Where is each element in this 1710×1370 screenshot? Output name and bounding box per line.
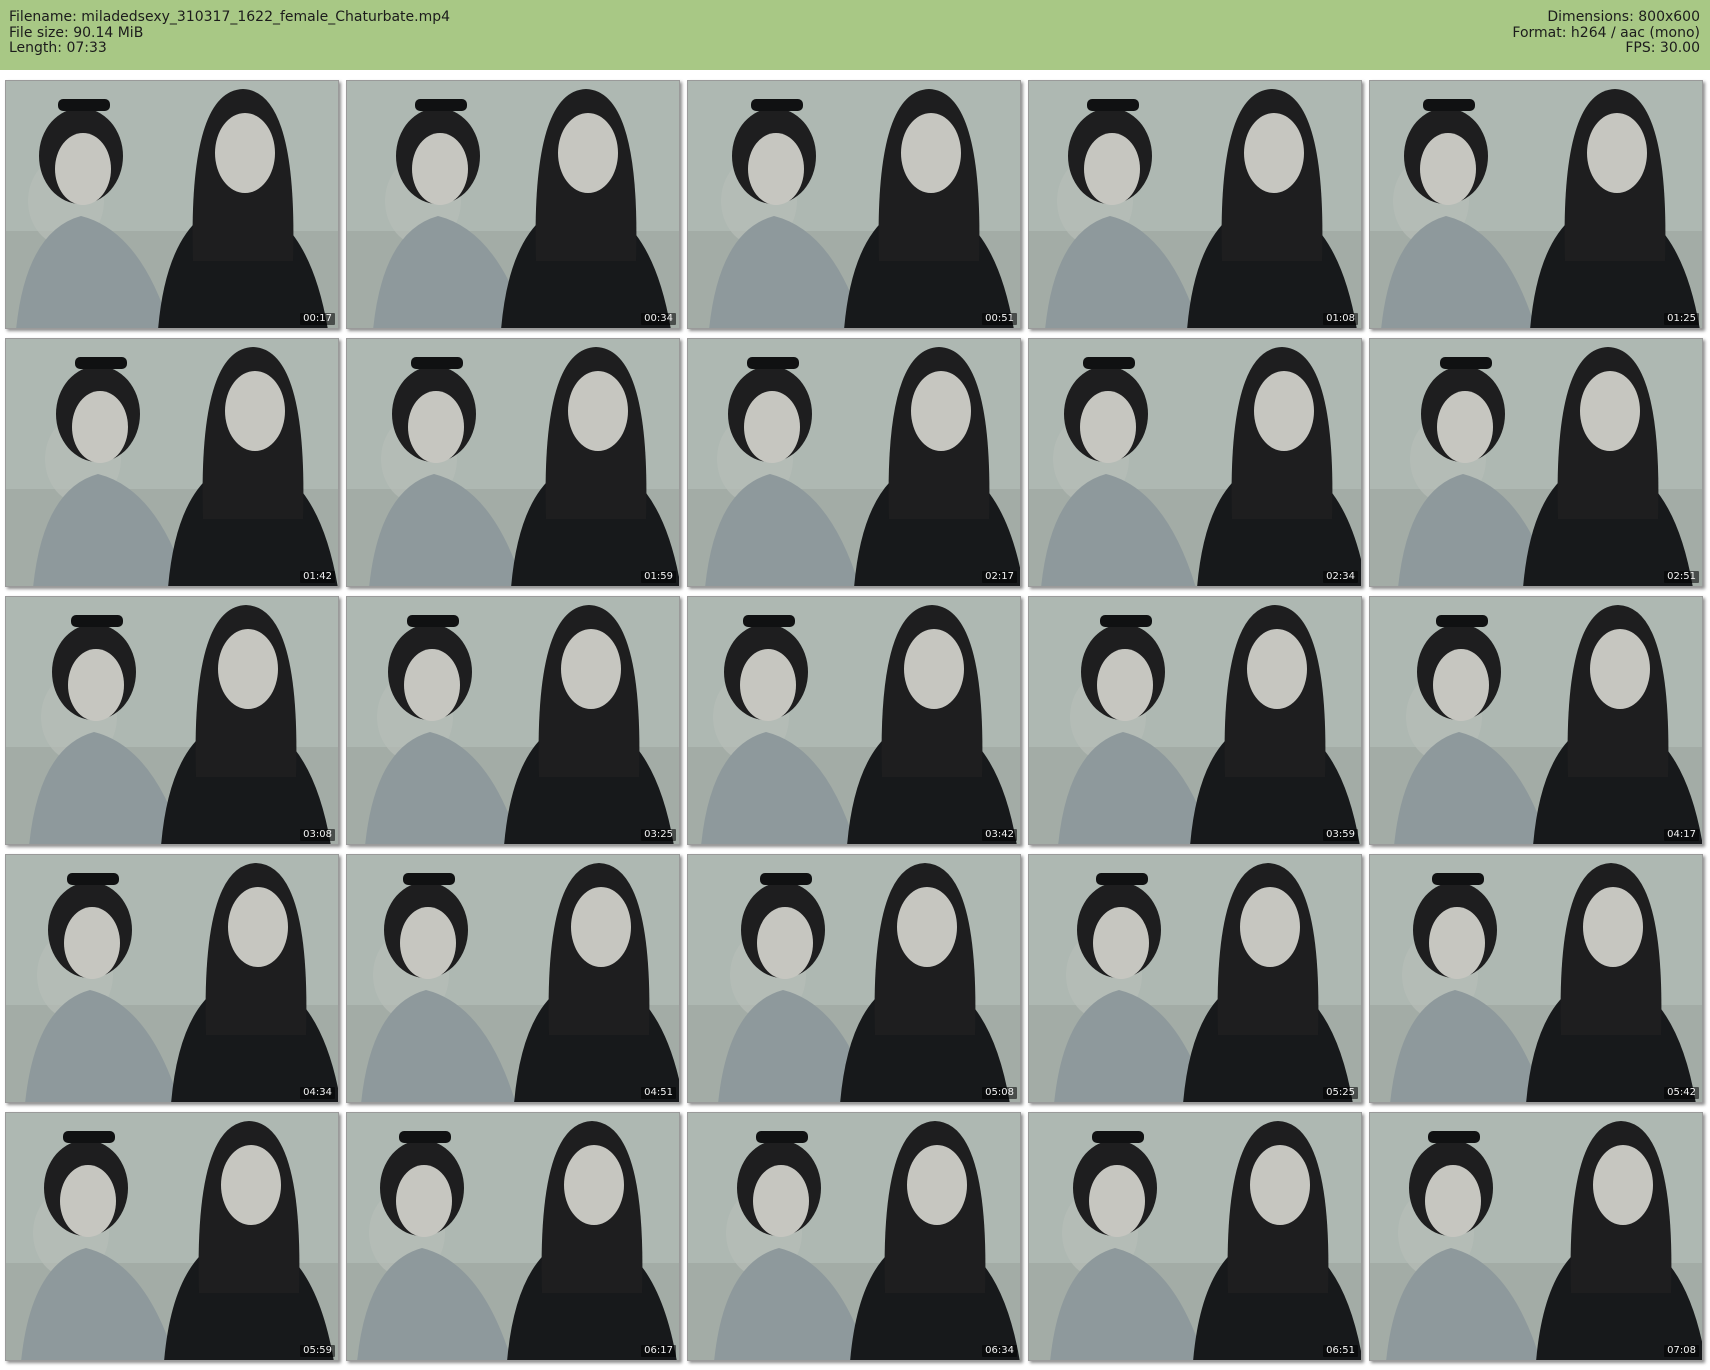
timestamp-label: 01:59 [641, 571, 676, 583]
timestamp-label: 06:17 [641, 1345, 676, 1357]
video-thumbnail[interactable]: 06:51 [1028, 1112, 1362, 1361]
frame-image [688, 1113, 1020, 1360]
frame-image [347, 597, 679, 844]
frame-image [1370, 339, 1702, 586]
timestamp-label: 03:08 [300, 829, 335, 841]
info-header: Filename: miladedsexy_310317_1622_female… [0, 0, 1710, 70]
video-thumbnail[interactable]: 05:42 [1369, 854, 1703, 1103]
video-thumbnail[interactable]: 01:08 [1028, 80, 1362, 329]
frame-image [6, 855, 338, 1102]
video-thumbnail[interactable]: 02:34 [1028, 338, 1362, 587]
frame-image [1029, 339, 1361, 586]
video-thumbnail[interactable]: 01:42 [5, 338, 339, 587]
frame-image [1370, 1113, 1702, 1360]
frame-image [1029, 1113, 1361, 1360]
timestamp-label: 05:08 [982, 1087, 1017, 1099]
fps-text: FPS: 30.00 [1625, 40, 1700, 56]
timestamp-label: 00:17 [300, 313, 335, 325]
timestamp-label: 05:42 [1664, 1087, 1699, 1099]
frame-image [347, 855, 679, 1102]
frame-image [688, 81, 1020, 328]
timestamp-label: 02:34 [1323, 571, 1358, 583]
video-thumbnail[interactable]: 00:17 [5, 80, 339, 329]
timestamp-label: 05:25 [1323, 1087, 1358, 1099]
timestamp-label: 03:42 [982, 829, 1017, 841]
timestamp-label: 06:34 [982, 1345, 1017, 1357]
frame-image [347, 81, 679, 328]
frame-image [1370, 855, 1702, 1102]
file-size-text: File size: 90.14 MiB [9, 24, 144, 41]
frame-image [6, 597, 338, 844]
video-thumbnail[interactable]: 00:51 [687, 80, 1021, 329]
frame-image [1029, 855, 1361, 1102]
video-thumbnail[interactable]: 02:17 [687, 338, 1021, 587]
video-thumbnail[interactable]: 04:17 [1369, 596, 1703, 845]
format-text: Format: h264 / aac (mono) [1512, 24, 1700, 41]
timestamp-label: 05:59 [300, 1345, 335, 1357]
video-thumbnail[interactable]: 06:17 [346, 1112, 680, 1361]
thumbnail-grid: 00:17 00:34 00:51 01:08 01:25 01:42 01:59 02:17… [0, 80, 1710, 1370]
filename-text: Filename: miladedsexy_310317_1622_female… [9, 9, 451, 25]
frame-image [347, 339, 679, 586]
frame-image [1370, 597, 1702, 844]
timestamp-label: 01:25 [1664, 313, 1699, 325]
video-thumbnail[interactable]: 04:51 [346, 854, 680, 1103]
timestamp-label: 02:17 [982, 571, 1017, 583]
frame-image [6, 81, 338, 328]
video-thumbnail[interactable]: 01:25 [1369, 80, 1703, 329]
frame-image [6, 1113, 338, 1360]
frame-image [6, 339, 338, 586]
timestamp-label: 02:51 [1664, 571, 1699, 583]
timestamp-label: 03:59 [1323, 829, 1358, 841]
timestamp-label: 00:51 [982, 313, 1017, 325]
video-thumbnail[interactable]: 05:59 [5, 1112, 339, 1361]
video-thumbnail[interactable]: 02:51 [1369, 338, 1703, 587]
video-thumbnail[interactable]: 03:08 [5, 596, 339, 845]
file-info: Filename: miladedsexy_310317_1622_female… [9, 9, 451, 57]
timestamp-label: 01:08 [1323, 313, 1358, 325]
video-thumbnail[interactable]: 03:42 [687, 596, 1021, 845]
video-thumbnail[interactable]: 00:34 [346, 80, 680, 329]
frame-image [1029, 81, 1361, 328]
video-info: Dimensions: 800x600 Format: h264 / aac (… [1512, 9, 1700, 57]
timestamp-label: 04:34 [300, 1087, 335, 1099]
timestamp-label: 07:08 [1664, 1345, 1699, 1357]
timestamp-label: 04:51 [641, 1087, 676, 1099]
frame-image [347, 1113, 679, 1360]
frame-image [688, 597, 1020, 844]
video-thumbnail[interactable]: 05:08 [687, 854, 1021, 1103]
video-thumbnail[interactable]: 01:59 [346, 338, 680, 587]
video-thumbnail[interactable]: 03:25 [346, 596, 680, 845]
dimensions-text: Dimensions: 800x600 [1547, 9, 1700, 25]
timestamp-label: 01:42 [300, 571, 335, 583]
video-thumbnail[interactable]: 05:25 [1028, 854, 1362, 1103]
video-thumbnail[interactable]: 06:34 [687, 1112, 1021, 1361]
frame-image [688, 855, 1020, 1102]
timestamp-label: 00:34 [641, 313, 676, 325]
video-thumbnail[interactable]: 07:08 [1369, 1112, 1703, 1361]
video-thumbnail[interactable]: 04:34 [5, 854, 339, 1103]
frame-image [1370, 81, 1702, 328]
timestamp-label: 06:51 [1323, 1345, 1358, 1357]
frame-image [688, 339, 1020, 586]
length-text: Length: 07:33 [9, 40, 107, 56]
timestamp-label: 03:25 [641, 829, 676, 841]
timestamp-label: 04:17 [1664, 829, 1699, 841]
video-thumbnail[interactable]: 03:59 [1028, 596, 1362, 845]
frame-image [1029, 597, 1361, 844]
